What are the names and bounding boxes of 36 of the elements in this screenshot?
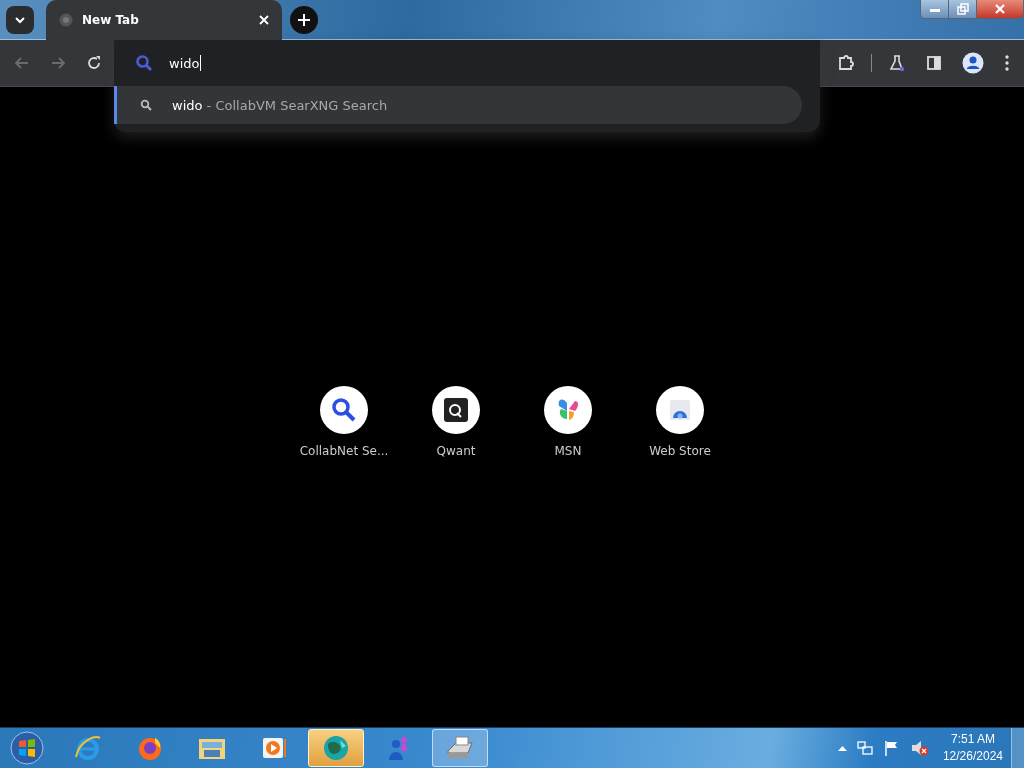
close-button[interactable] [977,0,1023,18]
back-icon[interactable] [14,55,30,71]
qwant-icon [444,398,468,422]
network-icon[interactable] [855,739,874,757]
restore-button[interactable] [949,0,977,18]
clock[interactable]: 7:51 AM 12/26/2024 [942,731,1003,765]
shortcut-tile[interactable]: Qwant [400,386,512,458]
taskbar-app-button[interactable] [308,729,364,767]
close-icon [994,4,1006,14]
browser-tab[interactable]: New Tab [46,0,282,40]
ie-icon [73,733,103,763]
forward-icon[interactable] [50,55,66,71]
shortcut-tile[interactable]: CollabNet Se... [288,386,400,458]
shortcut-tile[interactable]: Web Store [624,386,736,458]
flask-icon[interactable] [888,54,906,72]
puzzle-icon[interactable] [837,54,855,72]
search-icon [135,54,153,72]
speaker-muted-icon[interactable] [909,739,930,757]
tray-arrow-icon[interactable] [837,745,847,751]
new-tab-button[interactable] [290,5,318,34]
side-panel-icon[interactable] [926,55,942,71]
store-icon [667,397,693,423]
suggestion-item[interactable]: wido - CollabVM SearXNG Search [114,86,802,124]
search-icon [140,99,152,111]
profile-icon[interactable] [962,52,984,74]
plus-icon [297,12,311,27]
windows-logo-icon [10,731,44,765]
close-icon[interactable] [258,13,270,26]
address-input[interactable]: wido [169,55,202,71]
minimize-button[interactable] [921,0,949,18]
shortcut-tile[interactable]: MSN [512,386,624,458]
menu-icon[interactable] [1004,54,1010,72]
magnifier-icon [331,397,357,423]
restore-icon [956,3,969,15]
reload-icon[interactable] [86,55,102,71]
tab-search-button[interactable] [6,5,34,34]
